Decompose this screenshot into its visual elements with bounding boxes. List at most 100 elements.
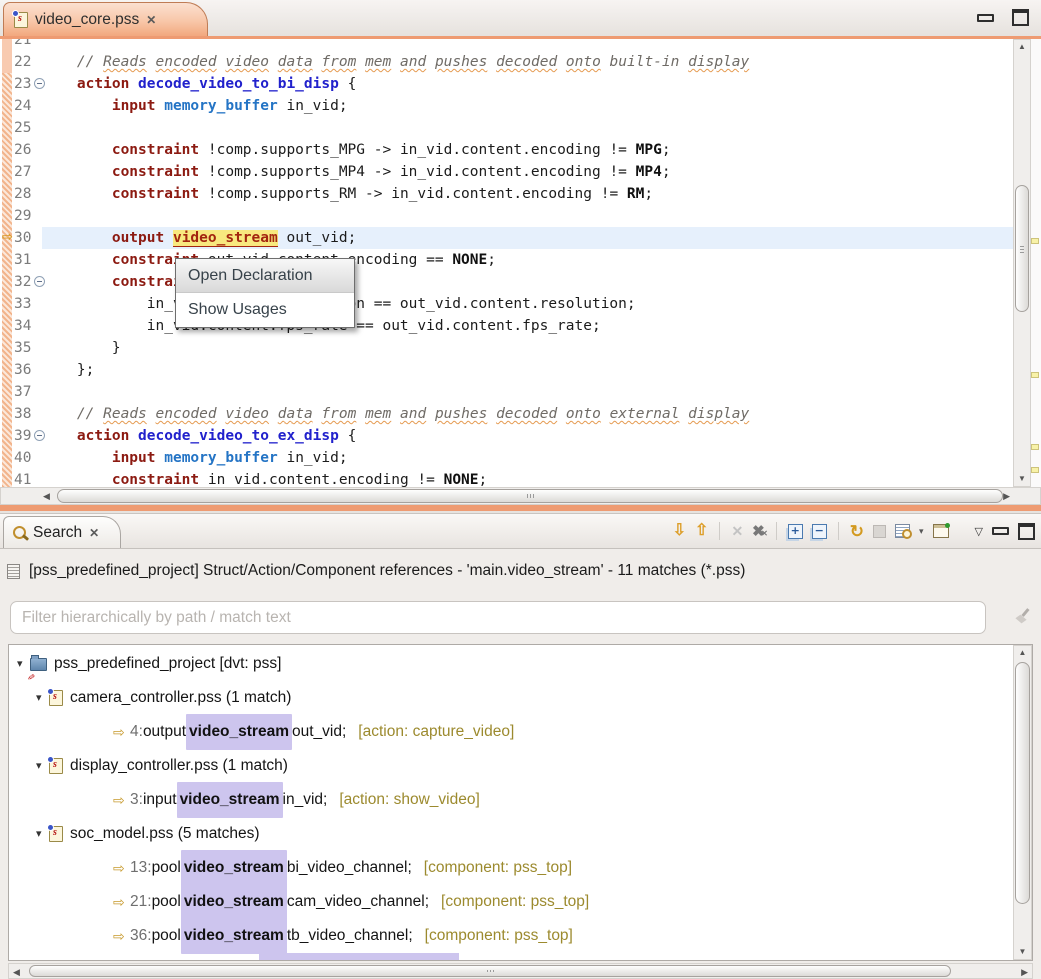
- code-line: // Reads encoded video data from mem and…: [42, 403, 1013, 425]
- maximize-icon[interactable]: [1018, 523, 1035, 540]
- editor-tab-title: video_core.pss: [35, 11, 139, 29]
- match-text: in_vid;: [283, 783, 328, 817]
- line-number: 39: [14, 425, 45, 447]
- line-number: 32: [14, 271, 45, 293]
- scroll-up-icon[interactable]: ▲: [1014, 42, 1030, 52]
- tree-row-match[interactable]: ⇨21: pool video_stream cam_video_channel…: [9, 885, 1012, 919]
- previous-searches-icon[interactable]: [895, 524, 910, 538]
- match-text: input: [143, 783, 177, 817]
- maximize-icon[interactable]: [1012, 9, 1029, 26]
- scroll-down-icon[interactable]: ▼: [1014, 474, 1030, 484]
- tree-row-file[interactable]: ▾display_controller.pss (1 match): [9, 749, 1012, 783]
- collapse-all-icon[interactable]: −: [812, 524, 827, 539]
- show-next-match-icon[interactable]: ⇩: [673, 523, 686, 539]
- scroll-grip: [527, 494, 534, 498]
- project-icon: [30, 658, 47, 671]
- scroll-up-icon[interactable]: ▲: [1014, 648, 1031, 658]
- annotation-mark[interactable]: [1031, 467, 1039, 473]
- editor-hscroll-thumb[interactable]: [57, 489, 1003, 503]
- annotation-mark[interactable]: [1031, 444, 1039, 450]
- code-line: };: [42, 359, 1013, 381]
- line-number: 25: [14, 117, 31, 139]
- annotation-mark[interactable]: [1031, 372, 1039, 378]
- run-search-again-icon[interactable]: ↻: [850, 523, 864, 540]
- search-tab-bar: Search ✕ ⇩ ⇧ ✕ ✖ + − ↻ ▾ ▽: [0, 514, 1041, 549]
- overview-ruler[interactable]: [1031, 39, 1041, 487]
- tree-row-file[interactable]: ▾soc_model.pss (5 matches): [9, 817, 1012, 851]
- code-line: // Reads encoded video data from mem and…: [42, 51, 1013, 73]
- editor-horizontal-scrollbar[interactable]: ◀ ▶: [0, 487, 1041, 505]
- scroll-left-icon[interactable]: ◀: [43, 490, 50, 503]
- match-context-label: [component: pss_top]: [424, 851, 572, 885]
- annotation-mark[interactable]: [1031, 238, 1039, 244]
- tree-row-match[interactable]: ⇨4: output video_stream out_vid;[action:…: [9, 715, 1012, 749]
- toolbar-separator: [719, 522, 720, 540]
- editor-tab-bar: video_core.pss ✕: [0, 0, 1041, 39]
- match-text: pool: [152, 885, 181, 919]
- search-results-tree[interactable]: ▾pss_predefined_project [dvt: pss]▾camer…: [8, 644, 1033, 961]
- occurrence-marker-icon: ⇨: [2, 227, 13, 249]
- match-context-label: [component: pss_top]: [425, 919, 573, 953]
- workbench: { "colors": { "accent_highlight": "#ee9b…: [0, 0, 1041, 979]
- pss-file-icon: [49, 690, 63, 706]
- editor-vertical-scrollbar[interactable]: ▲ ▼: [1013, 39, 1031, 487]
- menu-item-open-declaration[interactable]: Open Declaration: [176, 259, 354, 293]
- tree-row-project[interactable]: ▾pss_predefined_project [dvt: pss]: [9, 647, 1012, 681]
- toolbar-separator: [776, 522, 777, 540]
- line-number: 38: [14, 403, 31, 425]
- tree-row-match[interactable]: ⇨13: pool video_stream bi_video_channel;…: [9, 851, 1012, 885]
- view-menu-icon[interactable]: ▽: [975, 525, 983, 538]
- search-result-icon: [7, 564, 20, 579]
- tree-row-partial[interactable]: [9, 953, 1012, 961]
- scroll-grip: [487, 970, 494, 972]
- scroll-right-icon[interactable]: ▶: [1003, 490, 1010, 503]
- menu-item-show-usages[interactable]: Show Usages: [176, 293, 354, 327]
- remove-all-matches-icon[interactable]: ✖: [752, 522, 765, 540]
- tree-row-match[interactable]: ⇨36: pool video_stream tb_video_channel;…: [9, 919, 1012, 953]
- code-line: action decode_video_to_ex_disp {: [42, 425, 1013, 447]
- code-line: [42, 39, 1013, 51]
- scroll-grip: [1020, 246, 1024, 253]
- line-number: 27: [14, 161, 31, 183]
- filter-input[interactable]: [10, 601, 986, 634]
- editor-tab-video-core[interactable]: video_core.pss ✕: [3, 2, 208, 36]
- search-view: Search ✕ ⇩ ⇧ ✕ ✖ + − ↻ ▾ ▽ [pss_predefin…: [0, 513, 1041, 979]
- toolbar-separator: [838, 522, 839, 540]
- search-tab-title: Search: [33, 524, 82, 542]
- tree-vertical-scrollbar[interactable]: ▲ ▼: [1013, 645, 1032, 960]
- scroll-left-icon[interactable]: ◀: [13, 966, 20, 979]
- pin-search-icon[interactable]: [873, 525, 886, 538]
- clear-filter-icon[interactable]: [1015, 608, 1031, 624]
- match-text: bi_video_channel;: [287, 851, 412, 885]
- line-number: 37: [14, 381, 31, 403]
- show-previous-match-icon[interactable]: ⇧: [695, 523, 708, 539]
- tree-vscroll-thumb[interactable]: [1015, 662, 1030, 904]
- line-number: 41: [14, 469, 31, 487]
- chevron-down-icon[interactable]: ▾: [919, 526, 924, 537]
- occurrence-video-stream[interactable]: video_stream: [173, 230, 278, 247]
- pin-view-icon[interactable]: [933, 524, 949, 538]
- project-label: pss_predefined_project [dvt: pss]: [54, 647, 281, 681]
- tree-horizontal-scrollbar[interactable]: ◀ ▶: [8, 963, 1033, 979]
- close-icon[interactable]: ✕: [146, 13, 156, 27]
- expand-all-icon[interactable]: +: [788, 524, 803, 539]
- file-label: soc_model.pss (5 matches): [70, 817, 260, 851]
- line-number: 36: [14, 359, 31, 381]
- minimize-icon[interactable]: [977, 14, 994, 22]
- tree-row-file[interactable]: ▾camera_controller.pss (1 match): [9, 681, 1012, 715]
- editor-panel: video_core.pss ✕ 21222324252627282930⇨31…: [0, 0, 1041, 511]
- tree-hscroll-thumb[interactable]: [29, 965, 951, 977]
- close-icon[interactable]: ✕: [89, 526, 99, 540]
- scroll-down-icon[interactable]: ▼: [1014, 947, 1031, 957]
- editor-vscroll-thumb[interactable]: [1015, 185, 1029, 312]
- tree-row-match[interactable]: ⇨3: input video_stream in_vid;[action: s…: [9, 783, 1012, 817]
- code-line: [42, 205, 1013, 227]
- code-line: input memory_buffer in_vid;: [42, 447, 1013, 469]
- scroll-right-icon[interactable]: ▶: [1021, 966, 1028, 979]
- remove-selected-matches-icon[interactable]: ✕: [731, 523, 743, 540]
- minimize-icon[interactable]: [992, 527, 1009, 535]
- tab-search[interactable]: Search ✕: [3, 516, 121, 548]
- code-editor[interactable]: 21222324252627282930⇨3132333435363738394…: [0, 39, 1041, 487]
- match-context-label: [action: capture_video]: [358, 715, 514, 749]
- line-number: 29: [14, 205, 31, 227]
